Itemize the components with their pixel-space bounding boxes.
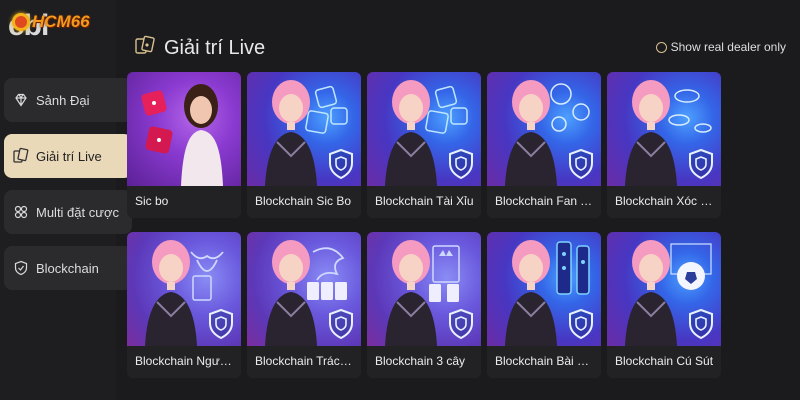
game-card-label: Blockchain Sic Bo (247, 186, 361, 218)
shield-icon (329, 148, 353, 180)
radio-icon[interactable] (655, 41, 667, 53)
sidebar-item-giai-tri-live[interactable]: Giải trí Live (4, 134, 132, 178)
shield-icon (449, 308, 473, 340)
game-card[interactable]: Blockchain Bài Cửu... (487, 232, 601, 378)
game-card[interactable]: Blockchain Tài Xỉu (367, 72, 481, 218)
game-card[interactable]: Blockchain Xóc Đĩa (607, 72, 721, 218)
game-thumbnail (127, 232, 241, 346)
cards-icon (134, 34, 156, 62)
cards-icon (12, 147, 30, 165)
game-card-label: Blockchain Bài Cửu... (487, 346, 601, 378)
sidebar: ebi HCM66 Sảnh Đại Giải trí Live (0, 0, 132, 400)
game-card[interactable]: Blockchain Fan Tan (487, 72, 601, 218)
game-thumbnail (487, 232, 601, 346)
game-card[interactable]: Blockchain Sic Bo (247, 72, 361, 218)
sidebar-item-sanh-dai[interactable]: Sảnh Đại (4, 78, 132, 122)
brand-name: HCM66 (32, 12, 90, 31)
game-card-label: Blockchain Cú Sút (607, 346, 721, 378)
real-dealer-toggle-label: Show real dealer only (670, 40, 786, 54)
shield-icon (329, 308, 353, 340)
game-card[interactable]: Sic bo (127, 72, 241, 218)
game-thumbnail (127, 72, 241, 186)
game-card[interactable]: Blockchain Ngưu... (127, 232, 241, 378)
brand-badge: HCM66 (12, 12, 90, 32)
brand-ring-icon (12, 13, 30, 31)
game-card[interactable]: Blockchain Cú Sút (607, 232, 721, 378)
diamond-icon (12, 91, 30, 109)
real-dealer-toggle[interactable]: Show real dealer only (655, 40, 786, 54)
game-thumbnail (367, 232, 481, 346)
multi-bet-icon (12, 203, 30, 221)
sidebar-item-label: Multi đặt cược (36, 204, 119, 220)
game-thumbnail (607, 72, 721, 186)
game-card-label: Blockchain Fan Tan (487, 186, 601, 218)
game-card-label: Blockchain Trác Kim... (247, 346, 361, 378)
shield-icon (12, 259, 30, 277)
header: Giải trí Live Show real dealer only (116, 0, 800, 70)
game-thumbnail (247, 232, 361, 346)
game-thumbnail (367, 72, 481, 186)
game-card-label: Blockchain Ngưu... (127, 346, 241, 378)
sidebar-item-multi-dat-cuoc[interactable]: Multi đặt cược (4, 190, 132, 234)
game-card-label: Sic bo (127, 186, 241, 218)
page-title: Giải trí Live (134, 34, 265, 62)
shield-icon (689, 308, 713, 340)
shield-icon (449, 148, 473, 180)
shield-icon (689, 148, 713, 180)
shield-icon (569, 308, 593, 340)
shield-icon (569, 148, 593, 180)
logo[interactable]: ebi HCM66 (8, 6, 128, 46)
sidebar-item-label: Giải trí Live (36, 148, 102, 164)
game-thumbnail (487, 72, 601, 186)
game-card-label: Blockchain 3 cây (367, 346, 481, 378)
sidebar-item-blockchain[interactable]: Blockchain (4, 246, 132, 290)
app-root: ebi HCM66 Sảnh Đại Giải trí Live (0, 0, 800, 400)
dice-icon (141, 90, 173, 154)
shield-icon (209, 308, 233, 340)
game-thumbnail (607, 232, 721, 346)
game-card[interactable]: Blockchain Trác Kim... (247, 232, 361, 378)
game-thumbnail (247, 72, 361, 186)
game-card-label: Blockchain Xóc Đĩa (607, 186, 721, 218)
page-title-text: Giải trí Live (164, 36, 266, 59)
sidebar-item-label: Sảnh Đại (36, 92, 90, 108)
sidebar-nav: Sảnh Đại Giải trí Live Multi đặt cược Bl… (4, 78, 132, 302)
game-card-label: Blockchain Tài Xỉu (367, 186, 481, 218)
sidebar-item-label: Blockchain (36, 260, 99, 276)
game-card[interactable]: Blockchain 3 cây (367, 232, 481, 378)
